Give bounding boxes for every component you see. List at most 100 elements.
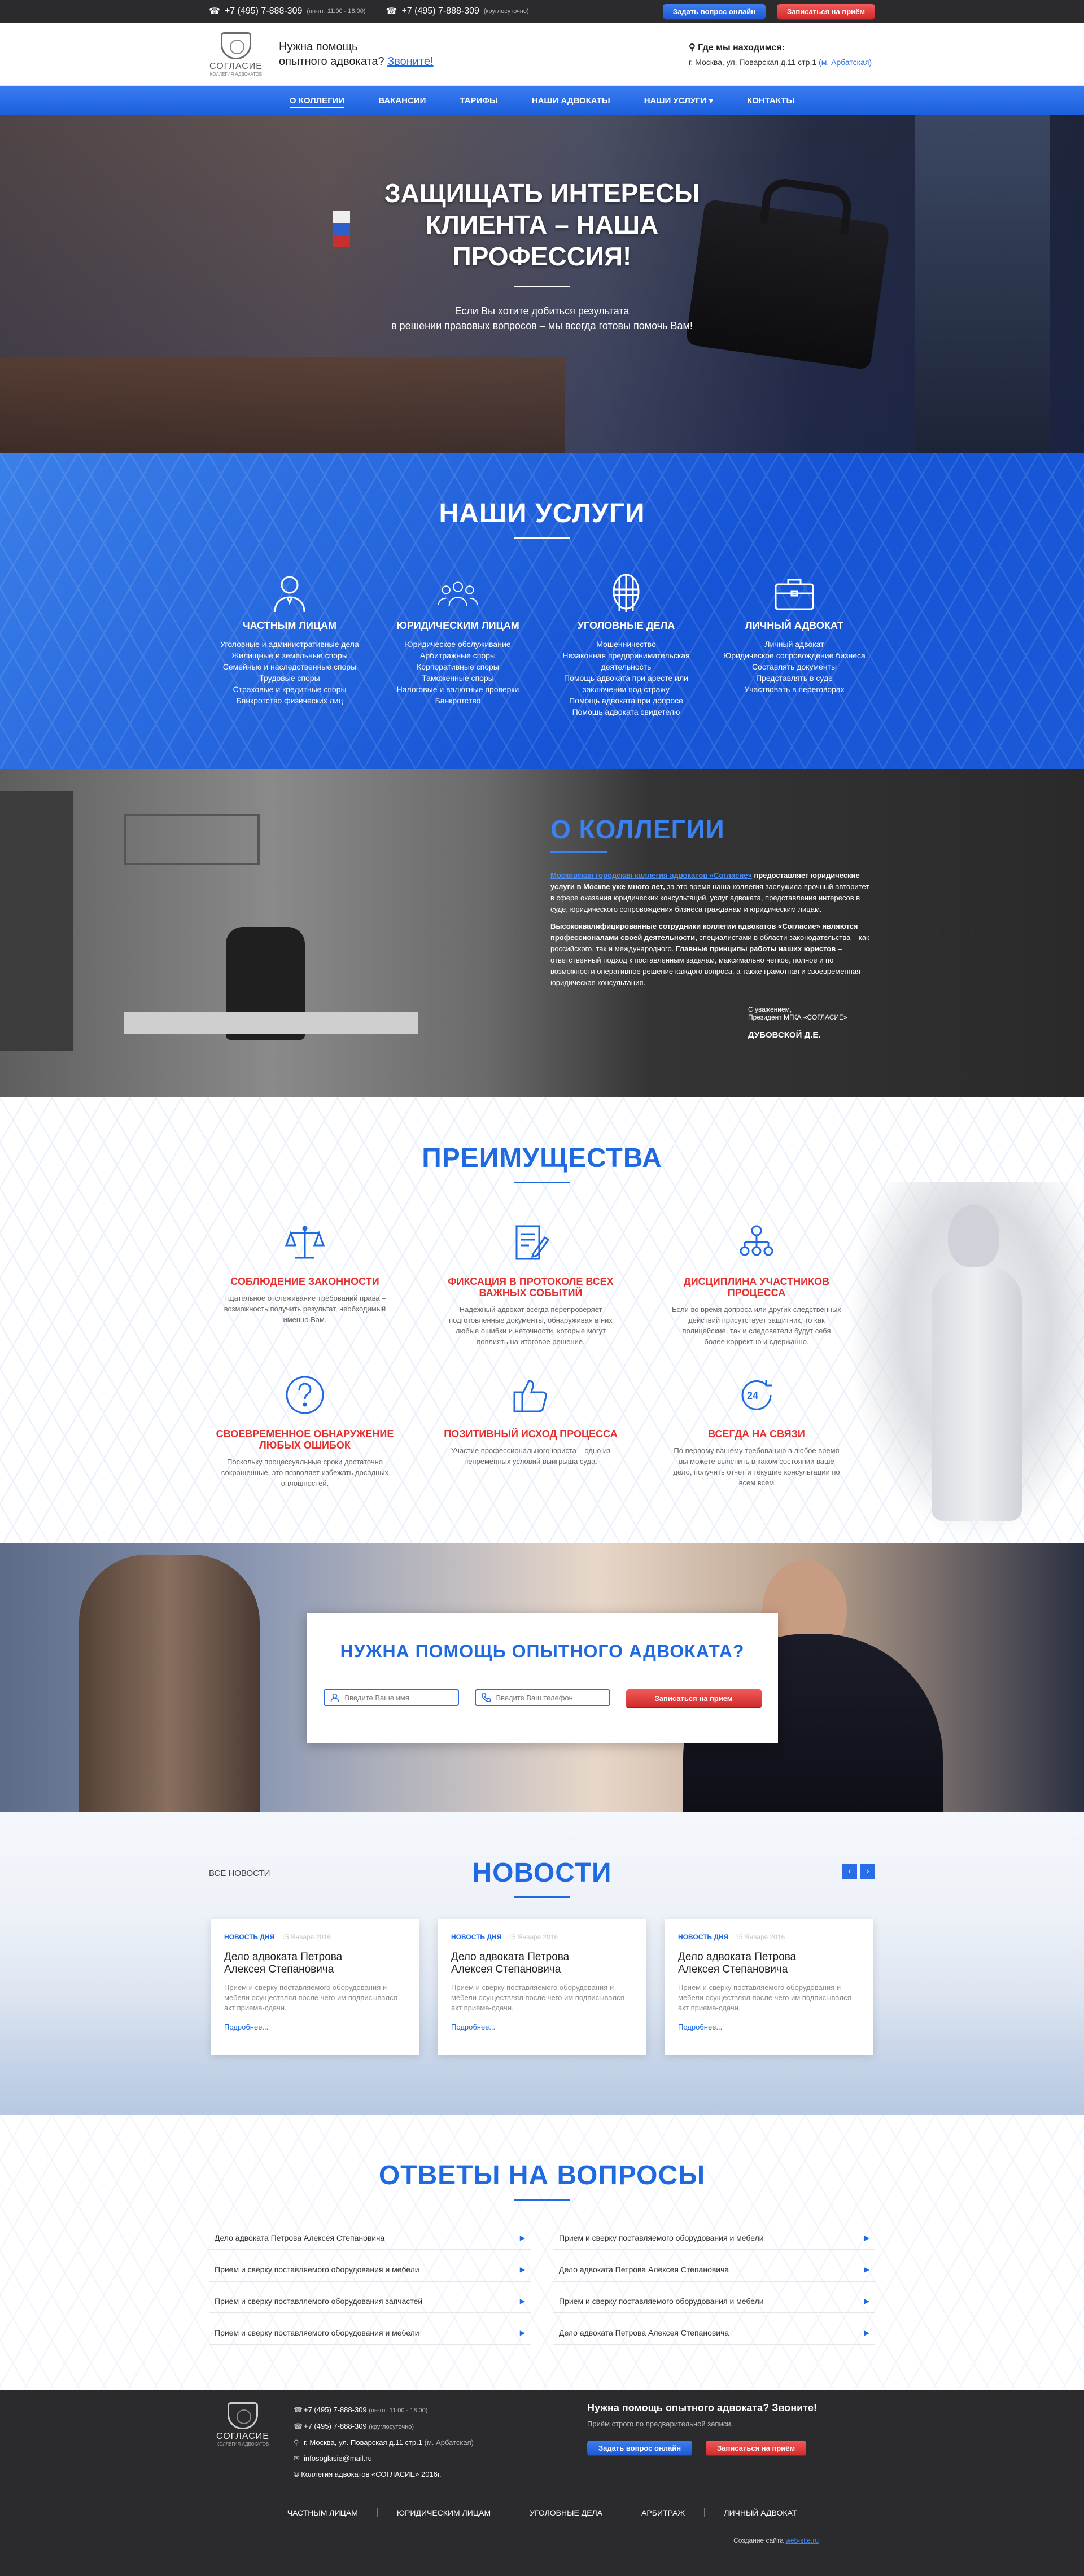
person-icon: [269, 572, 311, 614]
header-help: Нужна помощь опытного адвоката? Звоните!: [279, 40, 434, 69]
appointment-button[interactable]: Записаться на приём: [777, 4, 875, 19]
service-card-personal[interactable]: ЛИЧНЫЙ АДВОКАТ Личный адвокат Юридическо…: [710, 572, 878, 718]
about-signature: С уважением, Президент МГКА «СОГЛАСИЕ» Д…: [748, 1005, 872, 1040]
footer-nav-arbitration[interactable]: АРБИТРАЖ: [622, 2508, 705, 2517]
chevron-right-icon: ▶: [864, 2234, 869, 2242]
news-more-link[interactable]: Подробнее...: [224, 2023, 268, 2031]
phone-input[interactable]: [474, 1689, 610, 1706]
news-card[interactable]: НОВОСТЬ ДНЯ 15 Января 2016 Дело адвоката …: [211, 1919, 419, 2055]
news-date: 15 Января 2016: [281, 1933, 331, 1941]
nav-item-lawyers[interactable]: НАШИ АДВОКАТЫ: [515, 86, 627, 115]
mail-icon: ✉: [294, 2454, 300, 2463]
faq-item[interactable]: Прием и сверку поставляемого оборудовани…: [553, 2227, 875, 2250]
service-link[interactable]: Корпоративные споры: [374, 661, 542, 672]
service-link[interactable]: Составлять документы: [710, 661, 878, 672]
service-link[interactable]: Арбитражные споры: [374, 650, 542, 661]
hero-subtitle-1: Если Вы хотите добиться результата: [454, 305, 630, 317]
footer-nav-criminal[interactable]: УГОЛОВНЫЕ ДЕЛА: [510, 2508, 623, 2517]
service-link[interactable]: Банкротство физических лиц: [206, 695, 374, 706]
nav-item-contacts[interactable]: КОНТАКТЫ: [730, 86, 811, 115]
nav-item-services[interactable]: НАШИ УСЛУГИ ▾: [627, 86, 730, 115]
news-more-link[interactable]: Подробнее...: [678, 2023, 722, 2031]
faq-item[interactable]: Прием и сверку поставляемого оборудовани…: [209, 2321, 531, 2345]
about-shelf-image: [0, 791, 73, 1051]
footer-nav-private[interactable]: ЧАСТНЫМ ЛИЦАМ: [268, 2508, 378, 2517]
footer-ask-online-button[interactable]: Задать вопрос онлайн: [587, 2441, 693, 2455]
service-link[interactable]: Жилищные и земельные споры: [206, 650, 374, 661]
footer-phone-2-number: +7 (495) 7-888-309: [304, 2422, 367, 2430]
service-card-private[interactable]: ЧАСТНЫМ ЛИЦАМ Уголовные и административн…: [206, 572, 374, 718]
footer-logo-title: СОГЛАСИЕ: [216, 2431, 269, 2441]
next-arrow-icon[interactable]: ›: [860, 1864, 875, 1879]
svg-text:24: 24: [747, 1390, 758, 1401]
ask-online-button[interactable]: Задать вопрос онлайн: [662, 4, 766, 19]
hero-subtitle-2: в решении правовых вопросов – мы всегда …: [391, 320, 693, 331]
footer-phone-2[interactable]: ☎ +7 (495) 7-888-309 (круглосуточно): [294, 2418, 474, 2435]
news-tag: НОВОСТЬ ДНЯ: [678, 1933, 729, 1941]
service-link[interactable]: Уголовные и административные дела: [206, 638, 374, 650]
benefit-text: Поскольку процессуальные сроки достаточн…: [221, 1458, 389, 1488]
faq-item[interactable]: Прием и сверку поставляемого оборудовани…: [553, 2290, 875, 2313]
header-call-link[interactable]: Звоните!: [387, 55, 433, 68]
footer-cta-title: Нужна помощь опытного адвоката? Звоните!: [587, 2402, 817, 2413]
news-card[interactable]: НОВОСТЬ ДНЯ 15 Января 2016 Дело адвоката …: [665, 1919, 873, 2055]
faq-item[interactable]: Дело адвоката Петрова Алексея Степанович…: [553, 2321, 875, 2345]
footer-appointment-button[interactable]: Записаться на приём: [706, 2441, 807, 2455]
faq-item[interactable]: Прием и сверку поставляемого оборудовани…: [209, 2258, 531, 2282]
service-link[interactable]: Юридическое сопровождение бизнеса: [710, 650, 878, 661]
faq-item[interactable]: Дело адвоката Петрова Алексея Степанович…: [209, 2227, 531, 2250]
service-link[interactable]: Помощь адвоката свидетелю: [542, 706, 710, 718]
news-more-link[interactable]: Подробнее...: [451, 2023, 495, 2031]
footer-nav-personal[interactable]: ЛИЧНЫЙ АДВОКАТ: [705, 2508, 816, 2517]
service-link[interactable]: Участвовать в переговорах: [710, 684, 878, 695]
hero-banner: ЗАЩИЩАТЬ ИНТЕРЕСЫ КЛИЕНТА – НАША ПРОФЕСС…: [0, 115, 1084, 453]
news-card-text: Прием и сверку поставляемого оборудовани…: [451, 1983, 624, 2012]
nav-item-vacancies[interactable]: ВАКАНСИИ: [361, 86, 443, 115]
service-link[interactable]: Представлять в суде: [710, 672, 878, 684]
chevron-right-icon: ▶: [519, 2234, 525, 2242]
topbar-phone-2[interactable]: ☎ +7 (495) 7-888-309 (круглосуточно): [386, 6, 529, 17]
logo[interactable]: СОГЛАСИЕ КОЛЛЕГИЯ АДВОКАТОВ: [209, 32, 263, 77]
service-link[interactable]: Семейные и наследственные споры: [206, 661, 374, 672]
service-link[interactable]: Незаконная предпринимательская деятельно…: [542, 650, 710, 672]
footer-email-text: infosoglasie@mail.ru: [304, 2454, 372, 2463]
footer-phone-1[interactable]: ☎ +7 (495) 7-888-309 (пн-пт: 11:00 - 18:0…: [294, 2402, 474, 2418]
service-link[interactable]: Личный адвокат: [710, 638, 878, 650]
faq-item[interactable]: Дело адвоката Петрова Алексея Степанович…: [553, 2258, 875, 2282]
faq-section: ОТВЕТЫ НА ВОПРОСЫ Дело адвоката Петрова …: [0, 2115, 1084, 2390]
footer-nav-legal[interactable]: ЮРИДИЧЕСКИМ ЛИЦАМ: [378, 2508, 511, 2517]
24h-icon: 24: [661, 1370, 853, 1420]
chevron-right-icon: ▶: [519, 2266, 525, 2273]
nav-item-tariffs[interactable]: ТАРИФЫ: [443, 86, 514, 115]
name-input[interactable]: [323, 1689, 459, 1706]
hero-divider: [514, 286, 570, 287]
footer-email[interactable]: ✉ infosoglasie@mail.ru: [294, 2451, 474, 2466]
address-metro-link[interactable]: (м. Арбатская): [819, 58, 872, 67]
service-link[interactable]: Трудовые споры: [206, 672, 374, 684]
service-title: ЛИЧНЫЙ АДВОКАТ: [745, 620, 843, 631]
service-link[interactable]: Банкротство: [374, 695, 542, 706]
news-tag: НОВОСТЬ ДНЯ: [224, 1933, 275, 1941]
faq-item[interactable]: Прием и сверку поставляемого оборудовани…: [209, 2290, 531, 2313]
question-icon: [209, 1370, 401, 1420]
service-card-criminal[interactable]: УГОЛОВНЫЕ ДЕЛА Мошенничество Незаконная …: [542, 572, 710, 718]
about-collegium-link[interactable]: Московская городская коллегия адвокатов …: [550, 871, 752, 880]
benefit-title: СВОЕВРЕМЕННОЕ ОБНАРУЖЕНИЕ ЛЮБЫХ ОШИБОК: [216, 1428, 394, 1451]
site-credit-link[interactable]: web-site.ru: [785, 2536, 819, 2544]
service-link[interactable]: Помощь адвоката при аресте или заключени…: [542, 672, 710, 695]
submit-appointment-button[interactable]: Записаться на прием: [626, 1689, 762, 1707]
service-card-legal[interactable]: ЮРИДИЧЕСКИМ ЛИЦАМ Юридическое обслуживан…: [374, 572, 542, 718]
service-link[interactable]: Налоговые и валютные проверки: [374, 684, 542, 695]
service-link[interactable]: Страховые и кредитные споры: [206, 684, 374, 695]
footer-address: ⚲ г. Москва, ул. Поварская д.11 стр.1 (м.…: [294, 2435, 474, 2451]
footer-logo[interactable]: СОГЛАСИЕ КОЛЛЕГИЯ АДВОКАТОВ: [209, 2402, 277, 2482]
topbar-phone-1[interactable]: ☎ +7 (495) 7-888-309 (пн-пт: 11:00 - 18:…: [209, 6, 366, 17]
nav-item-about[interactable]: О КОЛЛЕГИИ: [273, 86, 361, 115]
news-card-title: Дело адвоката Петрова Алексея Степанович…: [678, 1951, 797, 1975]
service-link[interactable]: Таможенные споры: [374, 672, 542, 684]
news-card[interactable]: НОВОСТЬ ДНЯ 15 Января 2016 Дело адвоката …: [438, 1919, 646, 2055]
service-link[interactable]: Мошенничество: [542, 638, 710, 650]
service-link[interactable]: Юридическое обслуживание: [374, 638, 542, 650]
service-link[interactable]: Помощь адвоката при допросе: [542, 695, 710, 706]
prev-arrow-icon[interactable]: ‹: [842, 1864, 857, 1879]
